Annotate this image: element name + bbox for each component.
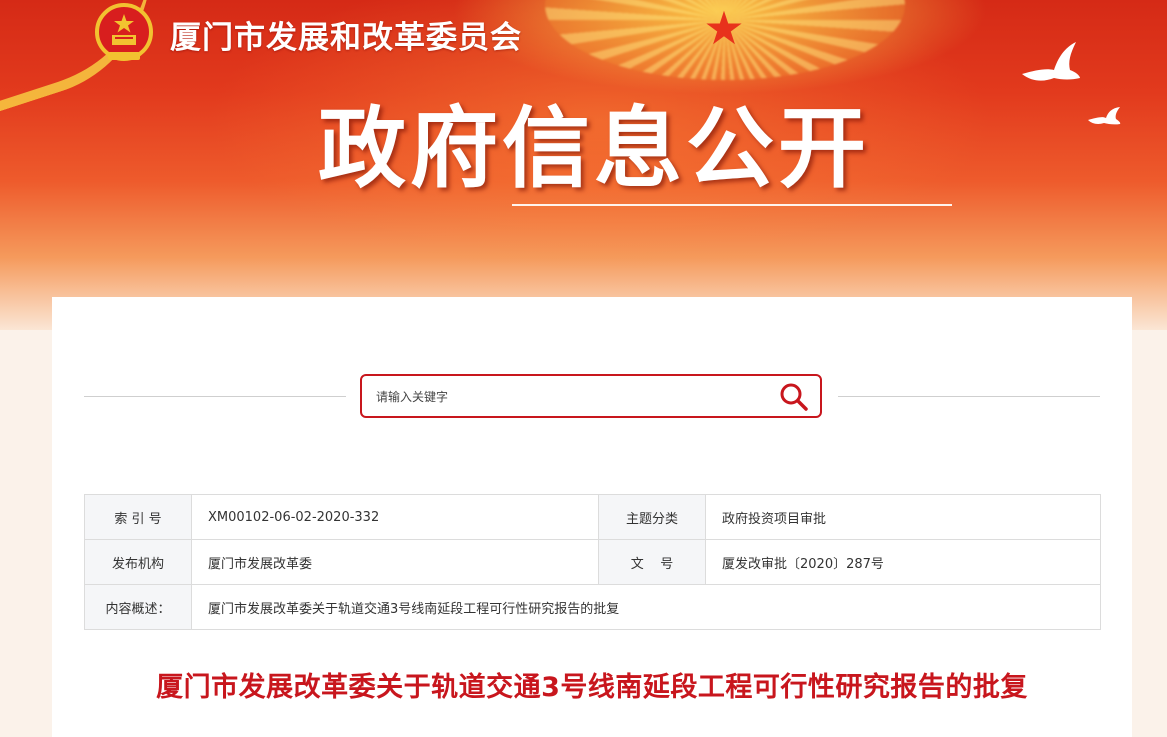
- index-label: 索 引 号: [84, 494, 192, 540]
- search-box: [360, 374, 822, 418]
- agency-name: 厦门市发展和改革委员会: [170, 20, 522, 56]
- national-emblem-icon: [95, 3, 153, 61]
- content-panel: 索 引 号 XM00102-06-02-2020-332 主题分类 政府投资项目…: [52, 297, 1132, 737]
- document-title: 厦门市发展改革委关于轨道交通3号线南延段工程可行性研究报告的批复: [156, 672, 1028, 703]
- summary-value: 厦门市发展改革委关于轨道交通3号线南延段工程可行性研究报告的批复: [191, 584, 1101, 630]
- table-row: 内容概述： 厦门市发展改革委关于轨道交通3号线南延段工程可行性研究报告的批复: [84, 584, 1101, 630]
- publisher-label: 发布机构: [84, 539, 192, 585]
- divider-right: [838, 396, 1100, 397]
- title-underline: [512, 204, 952, 206]
- topic-label: 主题分类: [598, 494, 706, 540]
- table-row: 索 引 号 XM00102-06-02-2020-332 主题分类 政府投资项目…: [84, 494, 1101, 540]
- search-icon[interactable]: [778, 381, 810, 411]
- dove-icon: [1088, 107, 1121, 125]
- header-banner: ★ 厦门市发展和改革委员会 政府信息公开: [0, 0, 1167, 330]
- index-value: XM00102-06-02-2020-332: [191, 494, 599, 540]
- summary-label: 内容概述：: [84, 584, 192, 630]
- search-input[interactable]: [374, 384, 758, 410]
- star-icon: ★: [703, 1, 745, 55]
- topic-value: 政府投资项目审批: [705, 494, 1101, 540]
- document-info-table: 索 引 号 XM00102-06-02-2020-332 主题分类 政府投资项目…: [84, 494, 1101, 630]
- table-row: 发布机构 厦门市发展改革委 文 号 厦发改审批〔2020〕287号: [84, 539, 1101, 585]
- publisher-value: 厦门市发展改革委: [191, 539, 599, 585]
- divider-left: [84, 396, 346, 397]
- dove-icon: [1022, 42, 1080, 81]
- ribbon-decoration: [0, 0, 185, 123]
- page-title: 政府信息公开: [318, 97, 871, 200]
- docno-label: 文 号: [598, 539, 706, 585]
- docno-value: 厦发改审批〔2020〕287号: [705, 539, 1101, 585]
